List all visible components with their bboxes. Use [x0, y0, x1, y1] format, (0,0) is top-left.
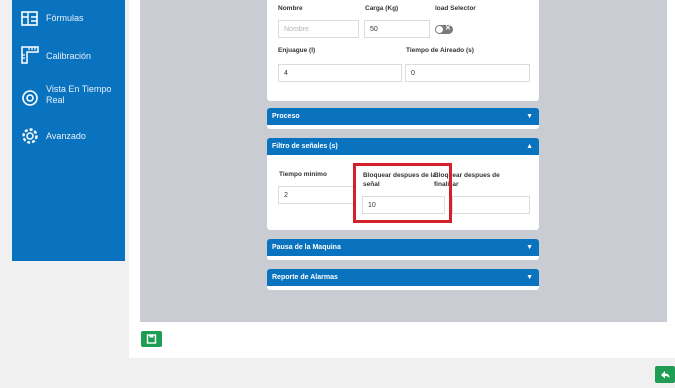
ruler-icon	[20, 45, 40, 65]
section-pausa-header[interactable]: Pausa de la Maquina ▼	[267, 239, 539, 256]
chevron-down-icon: ▼	[526, 244, 533, 251]
tiempo-aireado-label: Tiempo de Aireado (s)	[406, 47, 474, 54]
tiempo-aireado-input[interactable]: 0	[405, 64, 530, 82]
sidebar-item-label: Vista En Tiempo Real	[46, 84, 112, 105]
sidebar-item-label: Avanzado	[46, 131, 86, 141]
bloquear-finalizar-input[interactable]	[452, 196, 530, 214]
sidebar-item-label: Calibración	[46, 51, 92, 61]
tiempo-minimo-input[interactable]: 2	[278, 186, 356, 204]
section-title: Proceso	[272, 113, 300, 120]
gear-icon	[20, 126, 40, 146]
save-icon	[146, 334, 157, 344]
formulas-icon	[20, 9, 40, 29]
carga-label: Carga (Kg)	[365, 5, 399, 12]
sidebar-item-calibracion[interactable]: Calibración	[20, 45, 91, 65]
section-filtro-header[interactable]: Filtro de señales (s) ▲	[267, 138, 539, 155]
sidebar-item-vista-en-tiempo-real[interactable]: Vista En Tiempo Real	[20, 84, 126, 108]
sidebar-item-avanzado[interactable]: Avanzado	[20, 126, 86, 146]
close-icon: ✕	[445, 25, 451, 32]
toggle-knob	[436, 26, 443, 33]
highlight-box	[353, 163, 452, 223]
enjuague-label: Enjuague (l)	[278, 47, 316, 54]
section-title: Reporte de Alarmas	[272, 274, 338, 281]
section-reporte-foot	[267, 286, 539, 290]
back-button[interactable]	[655, 366, 675, 383]
section-proceso-header[interactable]: Proceso ▼	[267, 108, 539, 125]
load-selector-toggle[interactable]: ✕	[435, 25, 453, 34]
chevron-up-icon: ▲	[526, 143, 533, 150]
tiempo-minimo-label: Tiempo minimo	[279, 171, 327, 178]
chevron-down-icon: ▼	[526, 113, 533, 120]
save-button[interactable]	[141, 331, 162, 347]
eye-icon	[20, 88, 40, 108]
sidebar-item-formulas[interactable]: Fórmulas	[20, 9, 84, 29]
back-arrow-icon	[661, 371, 670, 379]
chevron-down-icon: ▼	[526, 274, 533, 281]
sidebar-item-label: Fórmulas	[46, 13, 84, 23]
load-selector-label: load Selector	[435, 5, 476, 12]
carga-input[interactable]: 50	[364, 20, 430, 38]
sidebar: Fórmulas Calibración Vista En Tiempo Rea…	[12, 0, 125, 261]
section-title: Filtro de señales (s)	[272, 143, 338, 150]
nombre-label: Nombre	[278, 5, 303, 12]
section-proceso-foot	[267, 125, 539, 129]
section-title: Pausa de la Maquina	[272, 244, 341, 251]
section-reporte-header[interactable]: Reporte de Alarmas ▼	[267, 269, 539, 286]
section-pausa-foot	[267, 256, 539, 260]
enjuague-input[interactable]: 4	[278, 64, 402, 82]
nombre-input[interactable]: Nombre	[278, 20, 359, 38]
